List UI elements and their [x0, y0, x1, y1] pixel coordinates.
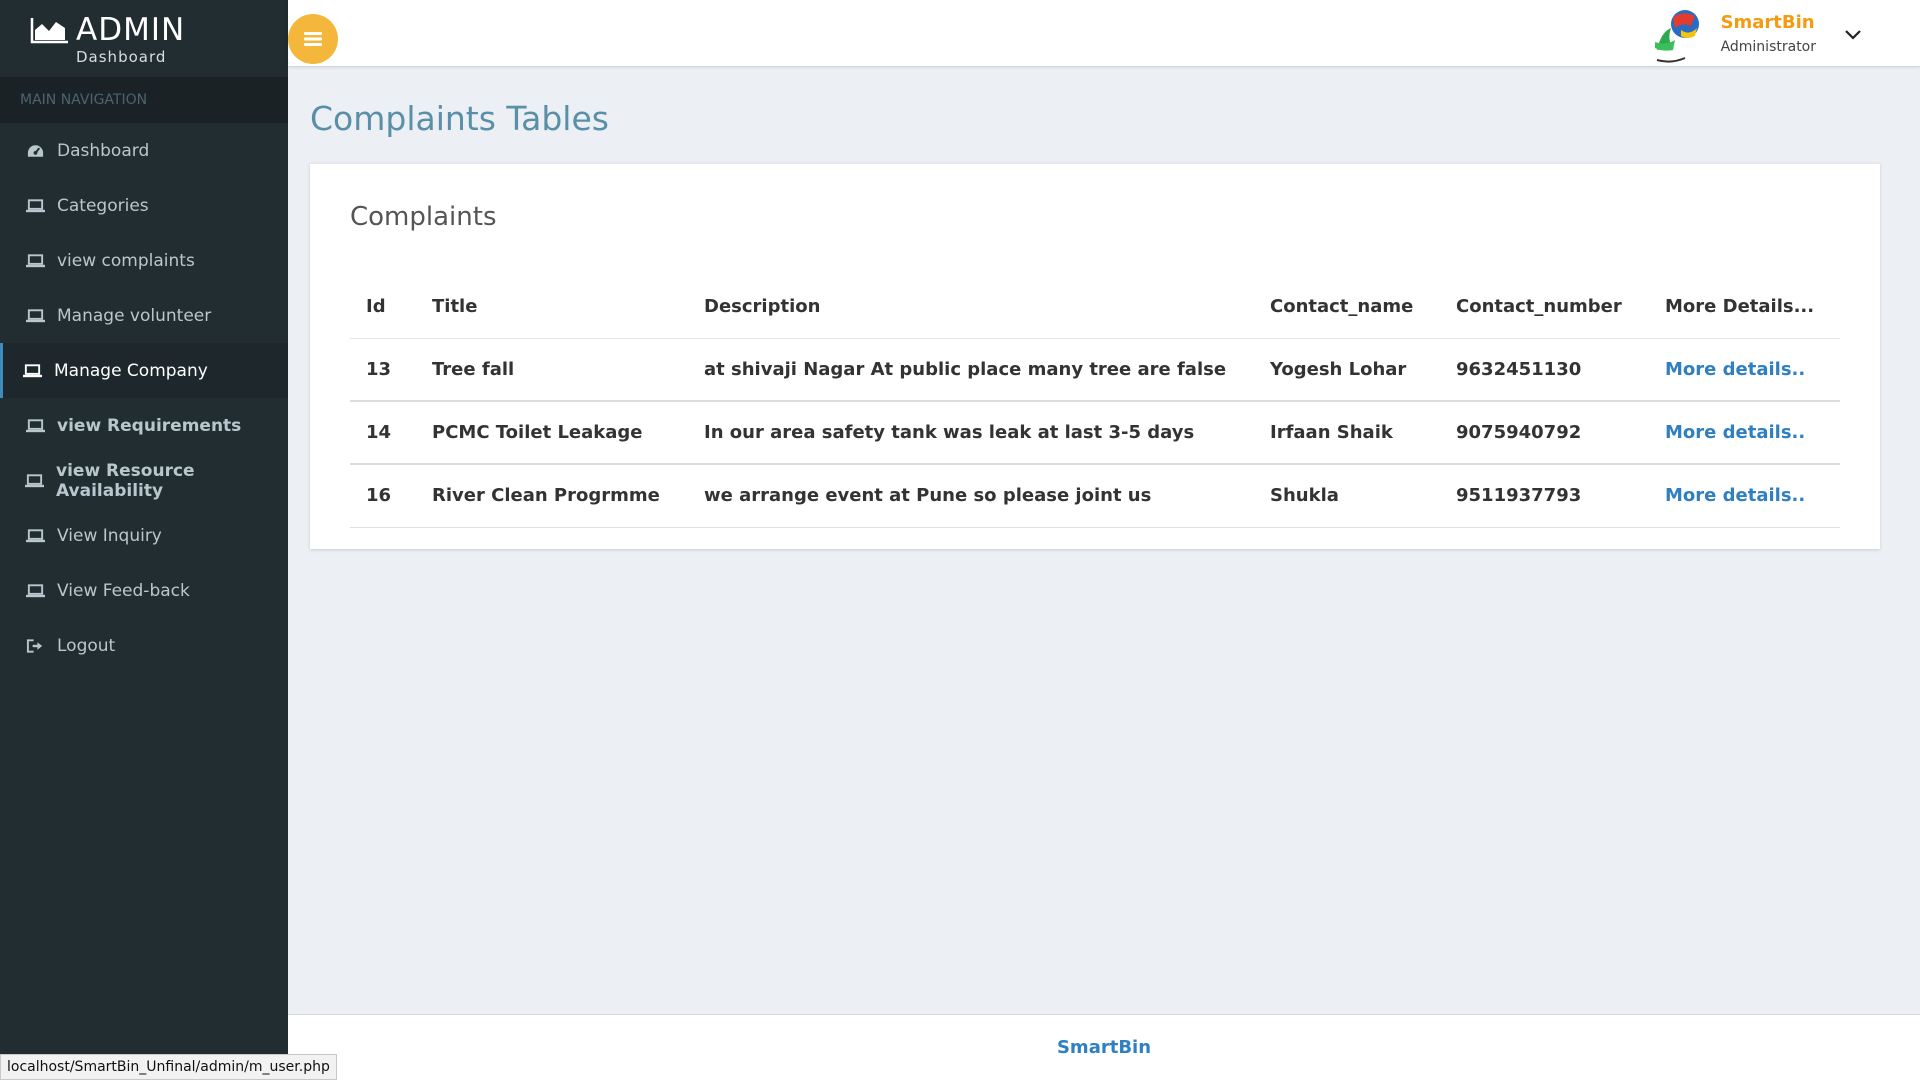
- cell-contact-number: 9511937793: [1440, 464, 1649, 528]
- browser-status-url: localhost/SmartBin_Unfinal/admin/m_user.…: [0, 1054, 337, 1080]
- laptop-icon: [25, 473, 44, 489]
- cell-description: In our area safety tank was leak at last…: [688, 401, 1254, 465]
- sidebar-item-manage-volunteer[interactable]: Manage volunteer: [0, 288, 288, 343]
- footer-brand-link[interactable]: SmartBin: [1057, 1037, 1151, 1058]
- page-title: Complaints Tables: [310, 99, 609, 138]
- column-header-contact-number: Contact_number: [1440, 276, 1649, 339]
- sidebar-item-label: Manage Company: [54, 360, 208, 381]
- laptop-icon: [25, 198, 45, 214]
- more-details-link[interactable]: More details..: [1665, 359, 1805, 380]
- chevron-down-icon[interactable]: [1842, 23, 1864, 45]
- cell-description: at shivaji Nagar At public place many tr…: [688, 338, 1254, 402]
- cell-more-details: More details..: [1649, 338, 1840, 402]
- sidebar-item-label: view Resource Availability: [56, 460, 195, 501]
- laptop-icon: [25, 583, 45, 599]
- column-header-description: Description: [688, 276, 1254, 339]
- table-row: 13 Tree fall at shivaji Nagar At public …: [350, 338, 1840, 402]
- sidebar-nav: Dashboard Categories view complaints Man…: [0, 123, 288, 673]
- sidebar-item-label: Categories: [57, 195, 149, 216]
- sidebar-item-label: View Inquiry: [57, 525, 162, 546]
- laptop-icon: [25, 528, 45, 544]
- cell-title: River Clean Progrmme: [416, 464, 688, 528]
- sidebar-item-categories[interactable]: Categories: [0, 178, 288, 233]
- sidebar-item-label: Logout: [57, 635, 116, 656]
- column-header-more-details: More Details...: [1649, 276, 1840, 339]
- sidebar-item-logout[interactable]: Logout: [0, 618, 288, 673]
- laptop-icon: [22, 363, 42, 379]
- cell-contact-name: Irfaan Shaik: [1254, 401, 1440, 465]
- table-row: 14 PCMC Toilet Leakage In our area safet…: [350, 401, 1840, 465]
- sidebar-item-dashboard[interactable]: Dashboard: [0, 123, 288, 178]
- sidebar-item-view-complaints[interactable]: view complaints: [0, 233, 288, 288]
- more-details-link[interactable]: More details..: [1665, 422, 1805, 443]
- cell-more-details: More details..: [1649, 401, 1840, 465]
- sidebar-item-label: view complaints: [57, 250, 195, 271]
- box-title: Complaints: [350, 202, 497, 232]
- sidebar-item-view-requirements[interactable]: view Requirements: [0, 398, 288, 453]
- brand-title: ADMIN: [76, 11, 186, 48]
- main-content: Complaints Tables Complaints Id Title De…: [288, 67, 1920, 1014]
- cell-id: 16: [350, 464, 416, 528]
- table-header-row: Id Title Description Contact_name Contac…: [350, 276, 1840, 339]
- sidebar-item-view-feedback[interactable]: View Feed-back: [0, 563, 288, 618]
- sidebar-item-view-resource-availability[interactable]: view Resource Availability: [0, 453, 288, 508]
- sidebar: ADMIN Dashboard MAIN NAVIGATION Dashboar…: [0, 0, 288, 1080]
- user-menu[interactable]: SmartBin Administrator: [1651, 0, 1864, 67]
- cell-id: 14: [350, 401, 416, 465]
- cell-contact-number: 9632451130: [1440, 338, 1649, 402]
- hamburger-icon: [304, 32, 322, 46]
- sidebar-toggle-button[interactable]: [288, 14, 338, 64]
- avatar: [1654, 9, 1699, 63]
- cell-description: we arrange event at Pune so please joint…: [688, 464, 1254, 528]
- cell-contact-number: 9075940792: [1440, 401, 1649, 465]
- cell-id: 13: [350, 338, 416, 402]
- column-header-contact-name: Contact_name: [1254, 276, 1440, 339]
- laptop-icon: [25, 418, 45, 434]
- complaints-table: Id Title Description Contact_name Contac…: [350, 276, 1840, 528]
- cell-contact-name: Shukla: [1254, 464, 1440, 528]
- cell-title: PCMC Toilet Leakage: [416, 401, 688, 465]
- sidebar-item-view-inquiry[interactable]: View Inquiry: [0, 508, 288, 563]
- brand-logo[interactable]: ADMIN Dashboard: [0, 0, 288, 77]
- nav-header: MAIN NAVIGATION: [0, 77, 288, 123]
- sidebar-item-label: view Requirements: [57, 415, 242, 436]
- complaints-box: Complaints Id Title Description Contact_…: [310, 163, 1880, 549]
- cell-contact-name: Yogesh Lohar: [1254, 338, 1440, 402]
- laptop-icon: [25, 253, 45, 269]
- brand-subtitle: Dashboard: [76, 47, 167, 66]
- sidebar-item-manage-company[interactable]: Manage Company: [0, 343, 288, 398]
- sign-out-icon: [25, 638, 45, 654]
- cell-title: Tree fall: [416, 338, 688, 402]
- more-details-link[interactable]: More details..: [1665, 485, 1805, 506]
- table-row: 16 River Clean Progrmme we arrange event…: [350, 464, 1840, 528]
- sidebar-item-label: View Feed-back: [57, 580, 190, 601]
- dashboard-icon: [25, 143, 45, 159]
- user-role: Administrator: [1720, 39, 1816, 55]
- footer: SmartBin: [288, 1014, 1920, 1080]
- sidebar-item-label: Dashboard: [57, 140, 150, 161]
- area-chart-icon: [30, 17, 68, 43]
- column-header-id: Id: [350, 276, 416, 339]
- laptop-icon: [25, 308, 45, 324]
- user-name: SmartBin: [1720, 12, 1815, 33]
- top-navbar: SmartBin Administrator: [288, 0, 1920, 67]
- sidebar-item-label: Manage volunteer: [57, 305, 212, 326]
- column-header-title: Title: [416, 276, 688, 339]
- cell-more-details: More details..: [1649, 464, 1840, 528]
